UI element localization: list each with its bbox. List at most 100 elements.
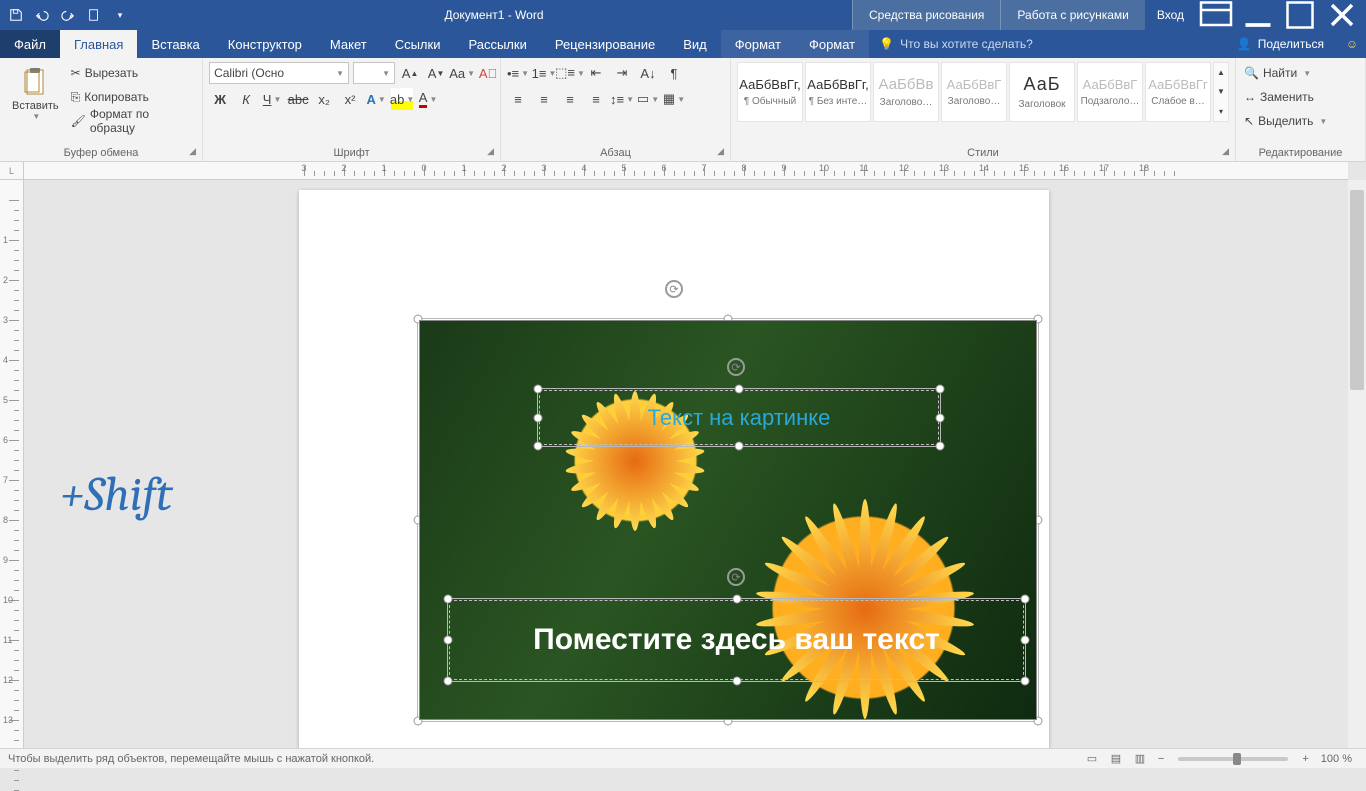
align-left-button[interactable]: ≡ xyxy=(507,88,529,110)
page[interactable]: Текст на картинке Поместите здесь ваш те… xyxy=(299,190,1049,748)
increase-indent-button[interactable]: ⇥ xyxy=(611,62,633,84)
style-title[interactable]: АаБЗаголовок xyxy=(1009,62,1075,122)
text-effects-button[interactable]: A▼ xyxy=(365,88,387,110)
line-spacing-button[interactable]: ↕≡▼ xyxy=(611,88,633,110)
style-normal[interactable]: АаБбВвГг,¶ Обычный xyxy=(737,62,803,122)
resize-handle[interactable] xyxy=(1021,636,1030,645)
resize-handle[interactable] xyxy=(936,413,945,422)
dialog-launcher-icon[interactable]: ◢ xyxy=(487,146,494,157)
vertical-ruler[interactable]: 1234567891011121314 xyxy=(0,180,24,748)
cut-button[interactable]: ✂Вырезать xyxy=(69,62,196,84)
multilevel-list-button[interactable]: ⬚≡▼ xyxy=(559,62,581,84)
resize-handle[interactable] xyxy=(735,385,744,394)
share-button[interactable]: 👤 Поделиться xyxy=(1223,30,1338,58)
change-case-button[interactable]: Aa▼ xyxy=(451,62,473,84)
vertical-scrollbar[interactable] xyxy=(1348,180,1366,748)
styles-gallery[interactable]: АаБбВвГг,¶ Обычный АаБбВвГг,¶ Без инте… … xyxy=(737,62,1229,122)
rotate-handle-icon[interactable] xyxy=(727,568,745,586)
tab-mailings[interactable]: Рассылки xyxy=(454,30,540,58)
ruler-corner[interactable]: L xyxy=(0,162,24,180)
superscript-button[interactable]: x² xyxy=(339,88,361,110)
numbering-button[interactable]: 1≡▼ xyxy=(533,62,555,84)
horizontal-ruler[interactable]: 3210123456789101112131415161718 xyxy=(24,162,1348,180)
style-subtle-emph[interactable]: АаБбВвГгСлабое в… xyxy=(1145,62,1211,122)
style-subtitle[interactable]: АаБбВвГПодзаголо… xyxy=(1077,62,1143,122)
format-painter-button[interactable]: 🖌Формат по образцу xyxy=(69,110,196,132)
close-icon[interactable] xyxy=(1322,3,1362,27)
resize-handle[interactable] xyxy=(735,442,744,451)
shading-button[interactable]: ▭▼ xyxy=(637,88,659,110)
tab-home[interactable]: Главная xyxy=(60,30,137,58)
redo-icon[interactable] xyxy=(56,3,80,27)
resize-handle[interactable] xyxy=(444,636,453,645)
tab-format-picture[interactable]: Формат xyxy=(795,30,869,58)
style-heading2[interactable]: АаБбВвГЗаголово… xyxy=(941,62,1007,122)
zoom-out-button[interactable]: − xyxy=(1152,753,1170,765)
font-name-combo[interactable]: Calibri (Осно▼ xyxy=(209,62,349,84)
new-doc-icon[interactable] xyxy=(82,3,106,27)
highlight-button[interactable]: ab▼ xyxy=(391,88,413,110)
font-size-combo[interactable]: ▼ xyxy=(353,62,395,84)
style-no-spacing[interactable]: АаБбВвГг,¶ Без инте… xyxy=(805,62,871,122)
resize-handle[interactable] xyxy=(936,442,945,451)
dialog-launcher-icon[interactable]: ◢ xyxy=(1222,146,1229,157)
tab-layout[interactable]: Макет xyxy=(316,30,381,58)
zoom-slider[interactable] xyxy=(1178,757,1288,761)
tab-design[interactable]: Конструктор xyxy=(214,30,316,58)
style-heading1[interactable]: АаБбВвЗаголово… xyxy=(873,62,939,122)
underline-button[interactable]: Ч▼ xyxy=(261,88,283,110)
tab-insert[interactable]: Вставка xyxy=(137,30,213,58)
resize-handle[interactable] xyxy=(444,595,453,604)
resize-handle[interactable] xyxy=(936,385,945,394)
align-right-button[interactable]: ≡ xyxy=(559,88,581,110)
tab-references[interactable]: Ссылки xyxy=(381,30,455,58)
dialog-launcher-icon[interactable]: ◢ xyxy=(717,146,724,157)
tab-file[interactable]: Файл xyxy=(0,30,60,58)
view-web-layout-icon[interactable]: ▥ xyxy=(1128,751,1152,767)
resize-handle[interactable] xyxy=(732,677,741,686)
textbox-selection-frame[interactable] xyxy=(447,598,1026,682)
resize-handle[interactable] xyxy=(732,595,741,604)
subscript-button[interactable]: x₂ xyxy=(313,88,335,110)
show-marks-button[interactable]: ¶ xyxy=(663,62,685,84)
document-area[interactable]: Текст на картинке Поместите здесь ваш те… xyxy=(24,180,1348,748)
replace-button[interactable]: ↔Заменить xyxy=(1242,86,1329,108)
undo-icon[interactable] xyxy=(30,3,54,27)
view-print-layout-icon[interactable]: ▤ xyxy=(1104,751,1128,767)
borders-button[interactable]: ▦▼ xyxy=(663,88,685,110)
align-center-button[interactable]: ≡ xyxy=(533,88,555,110)
paste-button[interactable]: Вставить ▼ xyxy=(6,62,65,125)
tab-view[interactable]: Вид xyxy=(669,30,721,58)
view-read-mode-icon[interactable]: ▭ xyxy=(1080,751,1104,767)
tab-format-drawing[interactable]: Формат xyxy=(721,30,795,58)
bold-button[interactable]: Ж xyxy=(209,88,231,110)
textbox-selection-frame[interactable] xyxy=(537,388,941,447)
minimize-icon[interactable] xyxy=(1238,3,1278,27)
resize-handle[interactable] xyxy=(534,442,543,451)
ribbon-display-icon[interactable] xyxy=(1196,3,1236,27)
styles-gallery-expand[interactable]: ▲▼▾ xyxy=(1213,62,1229,122)
qat-customize-icon[interactable]: ▾ xyxy=(108,3,132,27)
maximize-icon[interactable] xyxy=(1280,3,1320,27)
italic-button[interactable]: К xyxy=(235,88,257,110)
select-button[interactable]: ↖Выделить▼ xyxy=(1242,110,1329,132)
bullets-button[interactable]: •≡▼ xyxy=(507,62,529,84)
tell-me-search[interactable]: 💡 Что вы хотите сделать? xyxy=(869,30,1043,58)
rotate-handle-icon[interactable] xyxy=(665,280,683,298)
dialog-launcher-icon[interactable]: ◢ xyxy=(189,146,196,157)
resize-handle[interactable] xyxy=(534,385,543,394)
rotate-handle-icon[interactable] xyxy=(727,358,745,376)
tab-review[interactable]: Рецензирование xyxy=(541,30,669,58)
strike-button[interactable]: abc xyxy=(287,88,309,110)
shrink-font-button[interactable]: A▼ xyxy=(425,62,447,84)
grow-font-button[interactable]: A▲ xyxy=(399,62,421,84)
font-color-button[interactable]: A▼ xyxy=(417,88,439,110)
justify-button[interactable]: ≡ xyxy=(585,88,607,110)
find-button[interactable]: 🔍Найти▼ xyxy=(1242,62,1329,84)
resize-handle[interactable] xyxy=(534,413,543,422)
resize-handle[interactable] xyxy=(444,677,453,686)
sort-button[interactable]: A↓ xyxy=(637,62,659,84)
scrollbar-thumb[interactable] xyxy=(1350,190,1364,390)
resize-handle[interactable] xyxy=(1021,595,1030,604)
clear-formatting-button[interactable]: A⃠ xyxy=(477,62,499,84)
